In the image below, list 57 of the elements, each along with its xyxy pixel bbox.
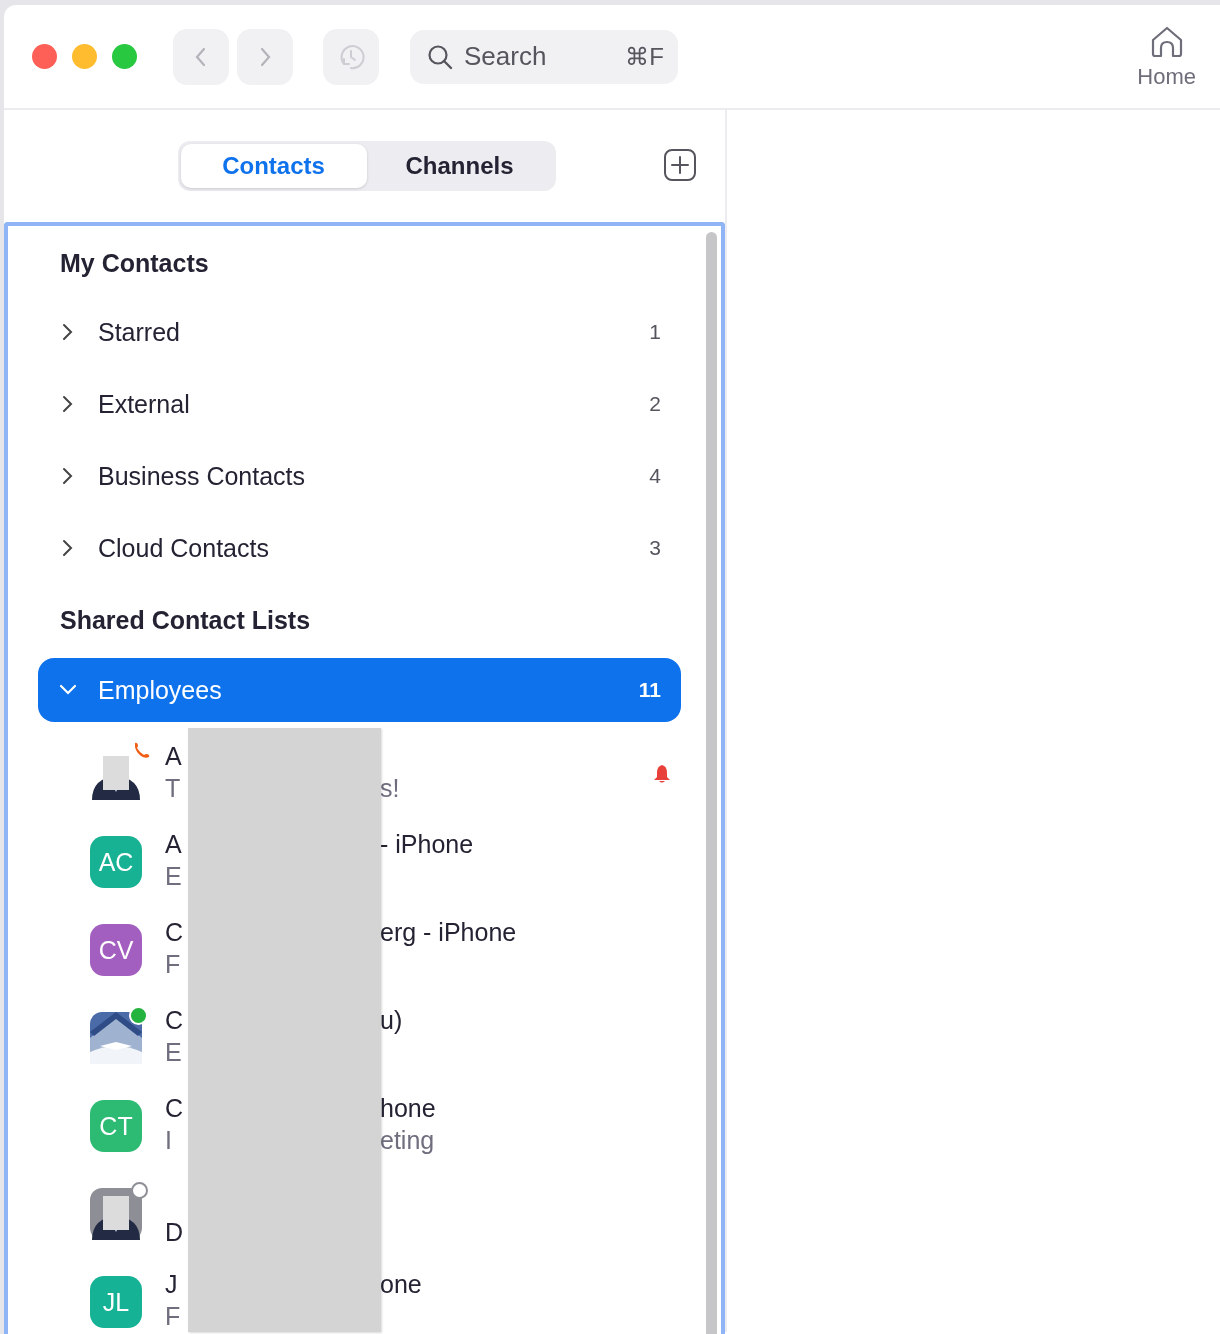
search-field[interactable]: Search ⌘F — [410, 29, 678, 84]
initials-avatar: CV — [90, 924, 142, 976]
contact-name: C — [165, 917, 185, 948]
contact-name: erg - iPhone — [380, 917, 517, 948]
contact-name: A — [165, 741, 183, 772]
zoom-button[interactable] — [112, 44, 137, 69]
forward-button[interactable] — [237, 28, 293, 85]
add-button[interactable] — [663, 148, 697, 182]
section-title: Shared Contact Lists — [59, 605, 312, 636]
tab[interactable]: Channels — [366, 144, 553, 188]
initials-avatar: CT — [90, 1100, 142, 1152]
contact-subtitle: s! — [380, 773, 400, 804]
close-button[interactable] — [32, 44, 57, 69]
history-button[interactable] — [323, 28, 379, 85]
contact-name: one — [380, 1269, 422, 1300]
back-button[interactable] — [173, 28, 229, 85]
search-placeholder: Search — [464, 41, 548, 72]
group-name: Starred — [98, 317, 181, 347]
group-name: External — [98, 389, 191, 419]
group-name: Business Contacts — [98, 461, 307, 491]
section-title: My Contacts — [59, 248, 210, 279]
minimize-button[interactable] — [72, 44, 97, 69]
contact-name: A — [165, 829, 183, 860]
contact-subtitle: E — [165, 1037, 183, 1068]
contact-subtitle: eting — [380, 1125, 435, 1156]
contact-name: J — [165, 1269, 179, 1300]
group-count: 2 — [649, 392, 661, 416]
contact-subtitle: T — [165, 773, 182, 804]
contact-name: D — [165, 1217, 185, 1248]
group-row[interactable]: Cloud Contacts 3 — [8, 512, 681, 584]
initials-avatar: JL — [90, 1276, 142, 1328]
group-name: Employees — [98, 675, 223, 705]
contact-subtitle: E — [165, 861, 183, 892]
group-name: Cloud Contacts — [98, 533, 270, 563]
contact-subtitle: F — [165, 1301, 182, 1332]
initials-avatar: AC — [90, 836, 142, 888]
group-row[interactable]: Employees 11 — [38, 658, 681, 722]
group-row[interactable]: Starred 1 — [8, 296, 681, 368]
contact-subtitle: I — [165, 1125, 173, 1156]
group-count: 1 — [649, 320, 661, 344]
contact-name: hone — [380, 1093, 436, 1124]
contact-name: u) — [380, 1005, 403, 1036]
contact-name: - iPhone — [380, 829, 474, 860]
group-count: 4 — [649, 464, 661, 488]
group-row[interactable]: External 2 — [8, 368, 681, 440]
scrollbar[interactable] — [706, 232, 717, 1334]
tab[interactable]: Contacts — [180, 144, 367, 188]
plus-icon — [663, 148, 697, 182]
group-count: 3 — [649, 536, 661, 560]
contact-subtitle: F — [165, 949, 182, 980]
shortcut-hint: ⌘F — [625, 42, 664, 71]
home-button[interactable]: Home — [1137, 23, 1196, 90]
group-count: 11 — [638, 678, 661, 702]
search-icon — [426, 42, 454, 71]
group-row[interactable]: Business Contacts 4 — [8, 440, 681, 512]
contact-name: C — [165, 1005, 185, 1036]
contact-name: C — [165, 1093, 185, 1124]
